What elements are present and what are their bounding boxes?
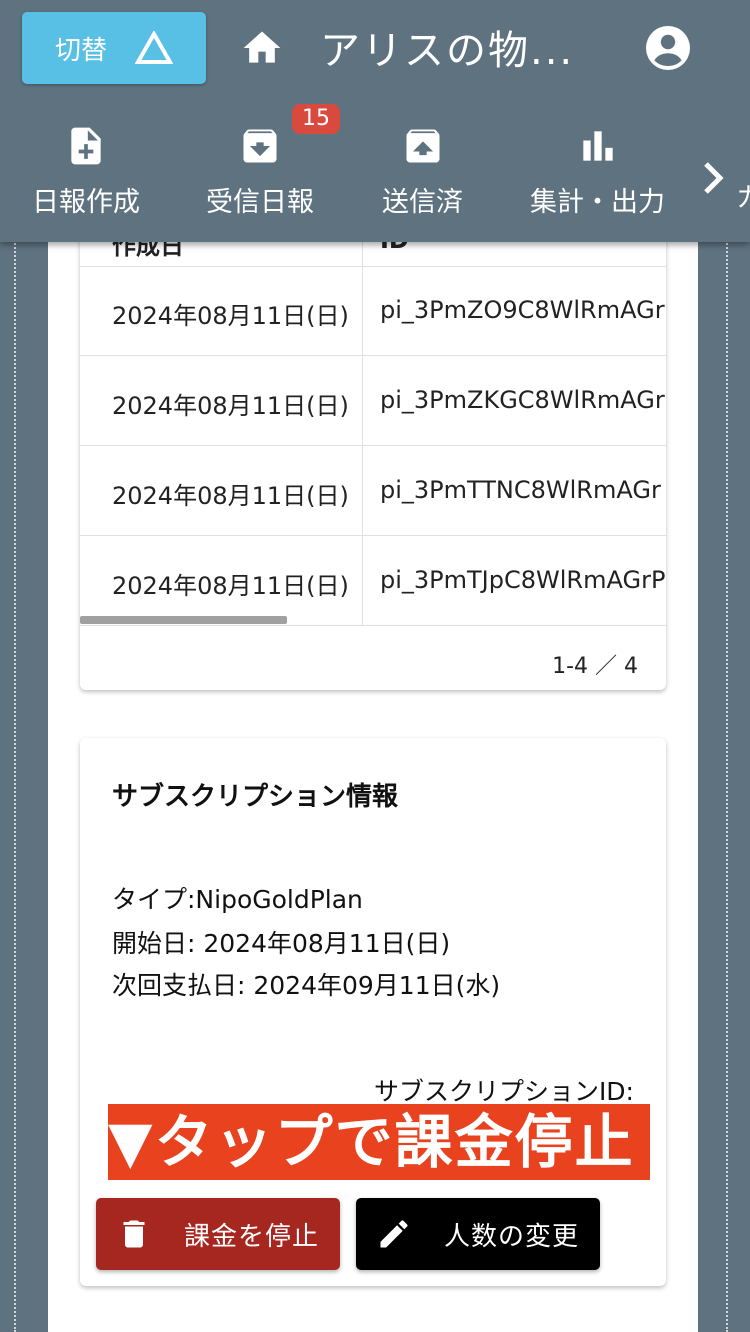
subscription-start-date: 開始日: 2024年08月11日(日) [112,929,451,958]
account-icon[interactable] [644,24,692,72]
stop-billing-label: 課金を停止 [184,1221,320,1252]
chevron-right-icon[interactable] [700,158,726,198]
stop-billing-button[interactable]: 課金を停止 [96,1198,340,1270]
row-date: 2024年08月11日(日) [112,482,349,510]
switch-label: 切替 [54,35,107,66]
tap-to-cancel-banner: ▼タップで課金停止 [108,1104,650,1180]
nav-label: 受信日報 [206,187,314,218]
unread-badge: 15 [292,104,340,134]
page-title: アリスの物... [320,28,575,74]
subscription-type: タイプ:NipoGoldPlan [112,885,363,914]
payments-table-card: 作成日 ID 2024年08月11日(日) pi_3PmZO9C8WlRmAGr… [80,180,666,690]
row-date: 2024年08月11日(日) [112,572,349,600]
table-row[interactable]: 2024年08月11日(日) pi_3PmTJpC8WlRmAGrP [80,536,666,626]
subscription-next-payment: 次回支払日: 2024年09月11日(水) [112,971,501,1000]
triangle-icon [135,31,173,64]
table-row[interactable]: 2024年08月11日(日) pi_3PmZKGC8WlRmAGr [80,356,666,446]
file-plus-icon [71,127,101,165]
switch-button[interactable]: 切替 [22,12,206,84]
inbox-upload-icon [406,129,439,163]
change-members-label: 人数の変更 [444,1221,580,1252]
pencil-icon [380,1220,408,1248]
row-id: pi_3PmTJpC8WlRmAGrP [380,566,666,594]
inbox-download-icon [243,129,277,163]
home-icon[interactable] [240,26,284,70]
pagination-info: 1-4 ／ 4 [552,654,638,679]
nav-label: 送信済 [382,187,463,218]
change-members-button[interactable]: 人数の変更 [356,1198,600,1270]
row-date: 2024年08月11日(日) [112,392,349,420]
row-date: 2024年08月11日(日) [112,302,349,330]
nav-item-create-report[interactable]: 日報作成 [32,118,140,219]
bar-chart-icon [582,131,613,161]
nav-item-summary-export[interactable]: 集計・出力 [530,118,665,219]
table-horizontal-scrollbar[interactable] [80,616,287,624]
main-nav: 日報作成 受信日報 15 送信済 集計・出力 カ [0,104,750,238]
nav-label: 集計・出力 [530,187,665,218]
nav-item-partial[interactable]: カ [736,176,750,215]
table-row[interactable]: 2024年08月11日(日) pi_3PmZO9C8WlRmAGr [80,266,666,356]
row-id: pi_3PmZKGC8WlRmAGr [380,386,665,414]
row-id: pi_3PmZO9C8WlRmAGr [380,296,665,324]
nav-item-sent[interactable]: 送信済 [382,118,463,219]
app-bar: 切替 アリスの物... 日報作成 受信日報 15 送信済 集計・出力 カ [0,0,750,242]
subscription-title: サブスクリプション情報 [112,782,399,812]
row-id: pi_3PmTTNC8WlRmAGr [380,476,661,504]
subscription-id-label: サブスクリプションID: [373,1077,634,1106]
table-row[interactable]: 2024年08月11日(日) pi_3PmTTNC8WlRmAGr [80,446,666,536]
subscription-card: サブスクリプション情報 タイプ:NipoGoldPlan 開始日: 2024年0… [80,738,666,1286]
nav-label: 日報作成 [32,187,140,218]
trash-icon [123,1220,145,1248]
